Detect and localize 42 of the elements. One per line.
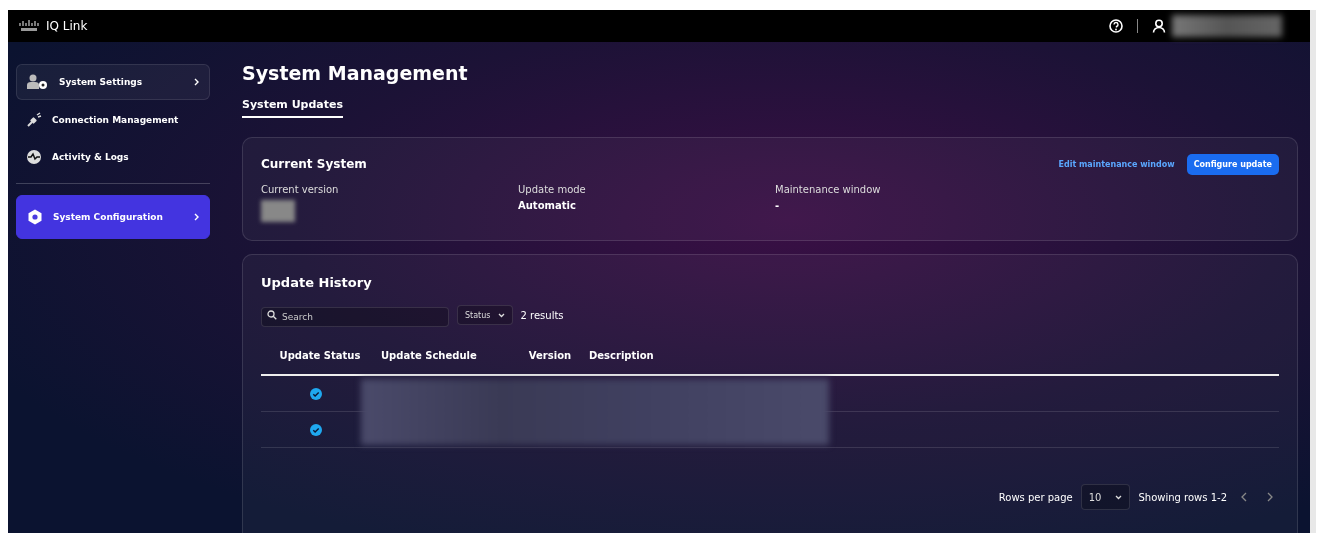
column-header: Version	[527, 350, 573, 363]
app-name: IQ Link	[46, 19, 88, 33]
logo-icon	[18, 20, 40, 32]
user-gear-icon	[27, 74, 49, 90]
sidebar-item[interactable]: Activity & Logs	[16, 140, 210, 174]
activity-icon	[26, 149, 42, 165]
row-range: Showing rows 1-2	[1138, 491, 1227, 503]
column-header: Description	[589, 350, 655, 363]
chevron-right-icon	[194, 78, 199, 86]
field-label: Current version	[261, 184, 340, 195]
tab[interactable]: System Updates	[242, 94, 344, 118]
page-title: System Management	[242, 62, 469, 84]
field-label: Update mode	[518, 184, 587, 195]
field-value: -	[775, 200, 781, 211]
check-circle-icon	[310, 387, 322, 400]
help-icon[interactable]	[1109, 19, 1123, 33]
sidebar-item[interactable]: System Configuration	[16, 195, 210, 239]
card-title: Update History	[261, 275, 372, 290]
next-page-icon[interactable]	[1267, 492, 1273, 502]
sidebar-item[interactable]: Connection Management	[16, 103, 210, 137]
configure-button[interactable]: Configure update	[1186, 153, 1279, 175]
redacted-block	[261, 200, 295, 222]
gear-icon	[27, 209, 43, 225]
caret-icon	[497, 312, 505, 318]
previous-page-icon[interactable]	[1241, 492, 1247, 502]
field-label: Maintenance window	[775, 184, 882, 195]
field-value: Automatic	[518, 200, 577, 211]
rows-per-page-dropdown[interactable]: 10	[1080, 484, 1131, 510]
status-dropdown[interactable]: Status	[457, 305, 513, 325]
chevron-right-icon	[194, 213, 199, 221]
search-icon	[267, 310, 277, 320]
sidebar-item[interactable]: System Settings	[16, 64, 210, 100]
column-header: Update Status	[278, 350, 362, 363]
check-circle-icon	[310, 423, 322, 436]
caret-icon	[1115, 494, 1123, 500]
card-title: Current System	[261, 157, 367, 171]
rows-per-page-label: Rows per page	[998, 491, 1073, 503]
result-count: 2 results	[520, 309, 564, 321]
edit-link[interactable]: Edit maintenance window	[1058, 159, 1175, 169]
user-icon[interactable]	[1152, 19, 1166, 33]
column-header: Update Schedule	[380, 350, 478, 363]
plug-icon	[26, 112, 42, 128]
